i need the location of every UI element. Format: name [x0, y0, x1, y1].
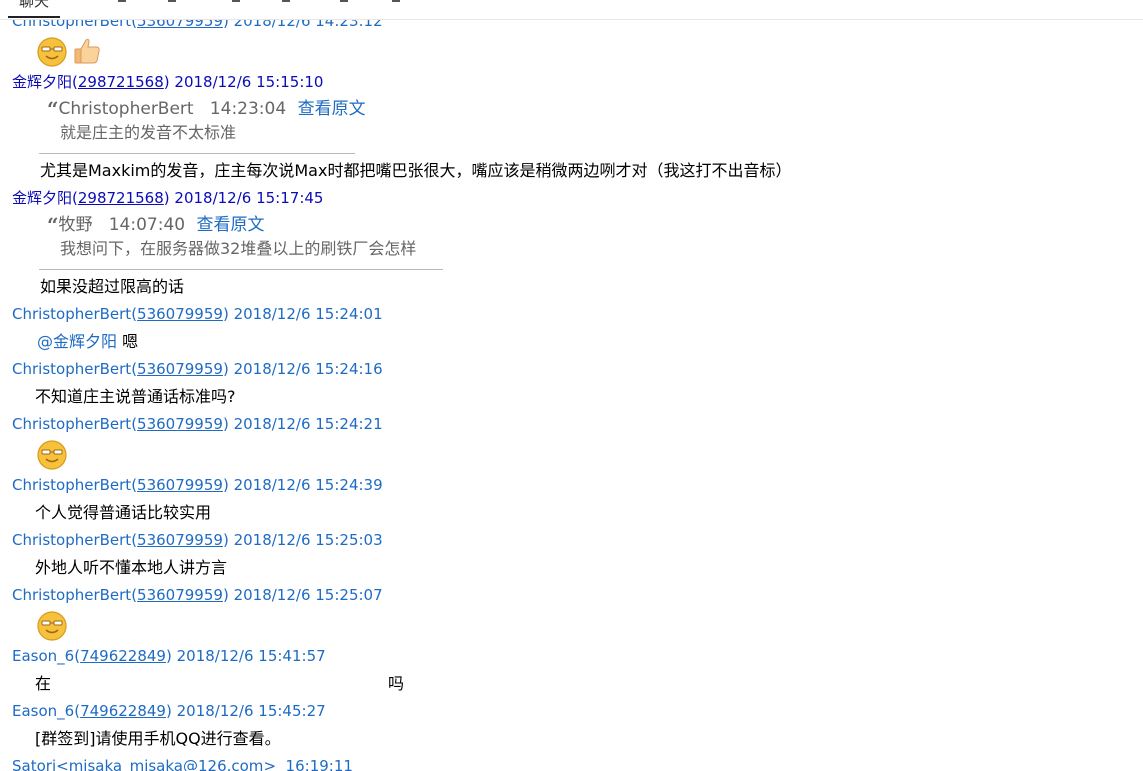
sender-qq-link[interactable]: 536079959	[137, 531, 223, 549]
sender-qq-link[interactable]: 298721568	[78, 73, 164, 91]
message-list: ChristopherBert(536079959) 2018/12/6 14:…	[0, 0, 1143, 771]
message-header: ChristopherBert(536079959) 2018/12/6 15:…	[12, 360, 383, 378]
tab-chat[interactable]: 聊天	[8, 0, 60, 18]
message-time: 2018/12/6 15:45:27	[176, 702, 326, 720]
tab-fragment[interactable]	[168, 0, 176, 2]
sender-qq-link[interactable]: 749622849	[80, 702, 166, 720]
chat-history-viewer: 聊天 ChristopherBert(536079959) 2018/12/6 …	[0, 0, 1143, 771]
quote-text: 我想问下，在服务器做32堆叠以上的刷铁厂会怎样	[60, 239, 417, 258]
message-header: ChristopherBert(536079959) 2018/12/6 15:…	[12, 476, 383, 494]
sender-name[interactable]: 金辉夕阳	[12, 189, 72, 207]
sender-name[interactable]: ChristopherBert	[12, 415, 131, 433]
quote-divider	[39, 269, 443, 270]
message-header: 金辉夕阳(298721568) 2018/12/6 15:15:10	[12, 73, 324, 91]
sender-qq-link[interactable]: 298721568	[78, 189, 164, 207]
message-header: ChristopherBert(536079959) 2018/12/6 15:…	[12, 415, 383, 433]
message-text: 如果没超过限高的话	[40, 277, 185, 296]
tab-fragment[interactable]	[340, 0, 348, 2]
sender-name[interactable]: ChristopherBert	[12, 531, 131, 549]
quote-time: 14:23:04	[209, 99, 287, 119]
sender-name[interactable]: Satori	[12, 757, 56, 771]
quote-text: 就是庄主的发音不太标准	[60, 123, 237, 142]
smile-glasses-icon	[37, 611, 67, 641]
quote-mark-icon: “	[47, 213, 59, 237]
message-text: 尤其是Maxkim的发音，庄主每次说Max时都把嘴巴张很大，嘴应该是稍微两边咧才…	[40, 161, 792, 180]
message-time: 2018/12/6 15:24:21	[233, 415, 383, 433]
view-original-link[interactable]: 查看原文	[298, 99, 366, 119]
message-time: 2018/12/6 15:15:10	[174, 73, 324, 91]
quote-divider	[39, 153, 355, 154]
message-header: ChristopherBert(536079959) 2018/12/6 15:…	[12, 531, 383, 549]
message-header: ChristopherBert(536079959) 2018/12/6 15:…	[12, 305, 383, 323]
message-time: 2018/12/6 15:41:57	[176, 647, 326, 665]
sender-qq-link[interactable]: 536079959	[137, 415, 223, 433]
message-header: 金辉夕阳(298721568) 2018/12/6 15:17:45	[12, 189, 324, 207]
message-header: Satori<misaka_misaka@126.com> 16:19:11	[12, 756, 353, 771]
sender-qq-link[interactable]: 536079959	[137, 476, 223, 494]
sender-email-link[interactable]: misaka_misaka@126.com	[69, 757, 264, 771]
quote-mark-icon: “	[47, 97, 59, 121]
message-header: Eason_6(749622849) 2018/12/6 15:41:57	[12, 647, 326, 665]
sender-name[interactable]: 金辉夕阳	[12, 73, 72, 91]
tab-bar: 聊天	[0, 0, 1143, 20]
sender-qq-link[interactable]: 536079959	[137, 360, 223, 378]
message-text-end: 吗	[388, 674, 405, 693]
tab-chat-label: 聊天	[18, 0, 49, 10]
quote-time: 14:07:40	[108, 215, 186, 235]
tab-fragment[interactable]	[118, 0, 126, 2]
sender-qq-link[interactable]: 749622849	[80, 647, 166, 665]
message-text: 外地人听不懂本地人讲方言	[35, 558, 228, 577]
view-original-link[interactable]: 查看原文	[197, 215, 265, 235]
message-time: 16:19:11	[285, 757, 353, 771]
message-time: 2018/12/6 15:25:03	[233, 531, 383, 549]
quote-author: 牧野	[58, 215, 93, 235]
message-text: 个人觉得普通话比较实用	[35, 503, 212, 522]
message-text-start: 在	[35, 674, 52, 693]
message-header: ChristopherBert(536079959) 2018/12/6 15:…	[12, 586, 383, 604]
sender-qq-link[interactable]: 536079959	[137, 586, 223, 604]
mention-link[interactable]: @金辉夕阳	[37, 332, 117, 351]
thumbs-up-icon	[74, 38, 100, 64]
message-text: [群签到]请使用手机QQ进行查看。	[35, 729, 281, 748]
quote-header: “ChristopherBert 14:23:04 查看原文	[47, 98, 366, 120]
message-header: Eason_6(749622849) 2018/12/6 15:45:27	[12, 702, 326, 720]
tab-fragment[interactable]	[282, 0, 290, 2]
smile-glasses-icon	[37, 440, 67, 470]
message-time: 2018/12/6 15:24:01	[233, 305, 383, 323]
sender-name[interactable]: ChristopherBert	[12, 586, 131, 604]
sender-name[interactable]: Eason_6	[12, 647, 74, 665]
message-time: 2018/12/6 15:24:16	[233, 360, 383, 378]
sender-name[interactable]: ChristopherBert	[12, 360, 131, 378]
message-time: 2018/12/6 15:24:39	[233, 476, 383, 494]
message-text: 不知道庄主说普通话标准吗?	[35, 387, 236, 406]
sender-name[interactable]: ChristopherBert	[12, 305, 131, 323]
smile-glasses-icon	[37, 37, 67, 67]
sender-name[interactable]: Eason_6	[12, 702, 74, 720]
tab-fragment[interactable]	[392, 0, 400, 2]
quote-header: “牧野 14:07:40 查看原文	[47, 214, 265, 236]
message-time: 2018/12/6 15:25:07	[233, 586, 383, 604]
message-text: @金辉夕阳 嗯	[37, 331, 138, 353]
tab-fragment[interactable]	[232, 0, 240, 2]
sender-qq-link[interactable]: 536079959	[137, 305, 223, 323]
message-time: 2018/12/6 15:17:45	[174, 189, 324, 207]
message-body: 嗯	[122, 332, 139, 351]
quote-author: ChristopherBert	[58, 99, 194, 119]
sender-name[interactable]: ChristopherBert	[12, 476, 131, 494]
